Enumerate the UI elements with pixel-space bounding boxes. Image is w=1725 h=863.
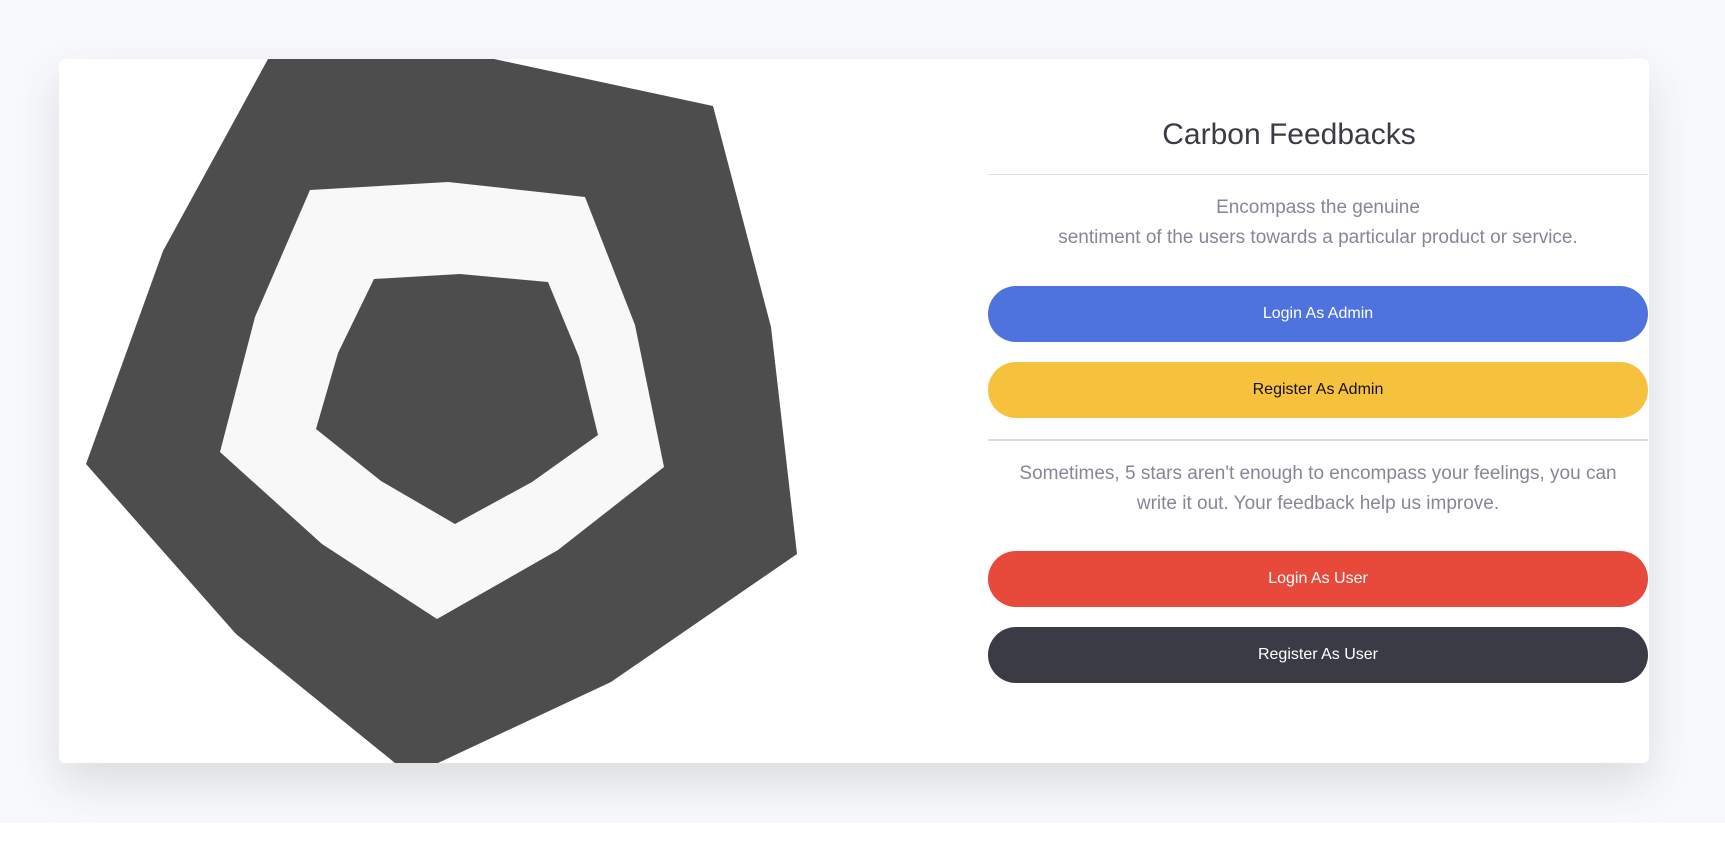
intro-text: Encompass the genuine sentiment of the u…	[988, 193, 1648, 253]
section-divider	[988, 439, 1648, 441]
login-as-user-button[interactable]: Login As User	[988, 551, 1648, 607]
page-title: Carbon Feedbacks	[1162, 118, 1416, 151]
register-as-user-button[interactable]: Register As User	[988, 627, 1648, 683]
register-as-admin-button[interactable]: Register As Admin	[988, 362, 1648, 418]
auth-panel: Carbon Feedbacks Encompass the genuine s…	[929, 59, 1649, 763]
user-intro-text: Sometimes, 5 stars aren't enough to enco…	[988, 459, 1648, 519]
title-divider	[988, 174, 1648, 175]
login-card: Carbon Feedbacks Encompass the genuine s…	[59, 59, 1649, 763]
pentagon-illustration	[86, 59, 797, 763]
user-intro-line-2: write it out. Your feedback help us impr…	[1136, 493, 1500, 514]
user-intro-line-1: Sometimes, 5 stars aren't enough to enco…	[1019, 463, 1617, 484]
login-as-admin-button[interactable]: Login As Admin	[988, 286, 1648, 342]
intro-line-1: Encompass the genuine	[1216, 197, 1420, 218]
intro-line-2: sentiment of the users towards a particu…	[1058, 227, 1578, 248]
